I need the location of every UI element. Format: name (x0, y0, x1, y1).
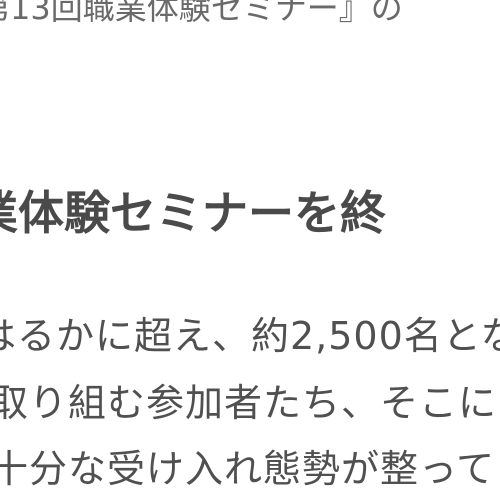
body-text-line-3: 十分な受け入れ態勢が整って (0, 447, 496, 491)
body-text-line-1: はるかに超え、約2,500名とな (0, 314, 500, 358)
top-caption-text: 第13回職業体験セミナー』の (0, 0, 403, 27)
article-page: 第13回職業体験セミナー』の 業体験セミナーを終 はるかに超え、約2,500名と… (0, 0, 500, 500)
section-heading: 業体験セミナーを終 (0, 186, 386, 240)
body-text-line-2: 取り組む参加者たち、そこに (0, 381, 498, 425)
